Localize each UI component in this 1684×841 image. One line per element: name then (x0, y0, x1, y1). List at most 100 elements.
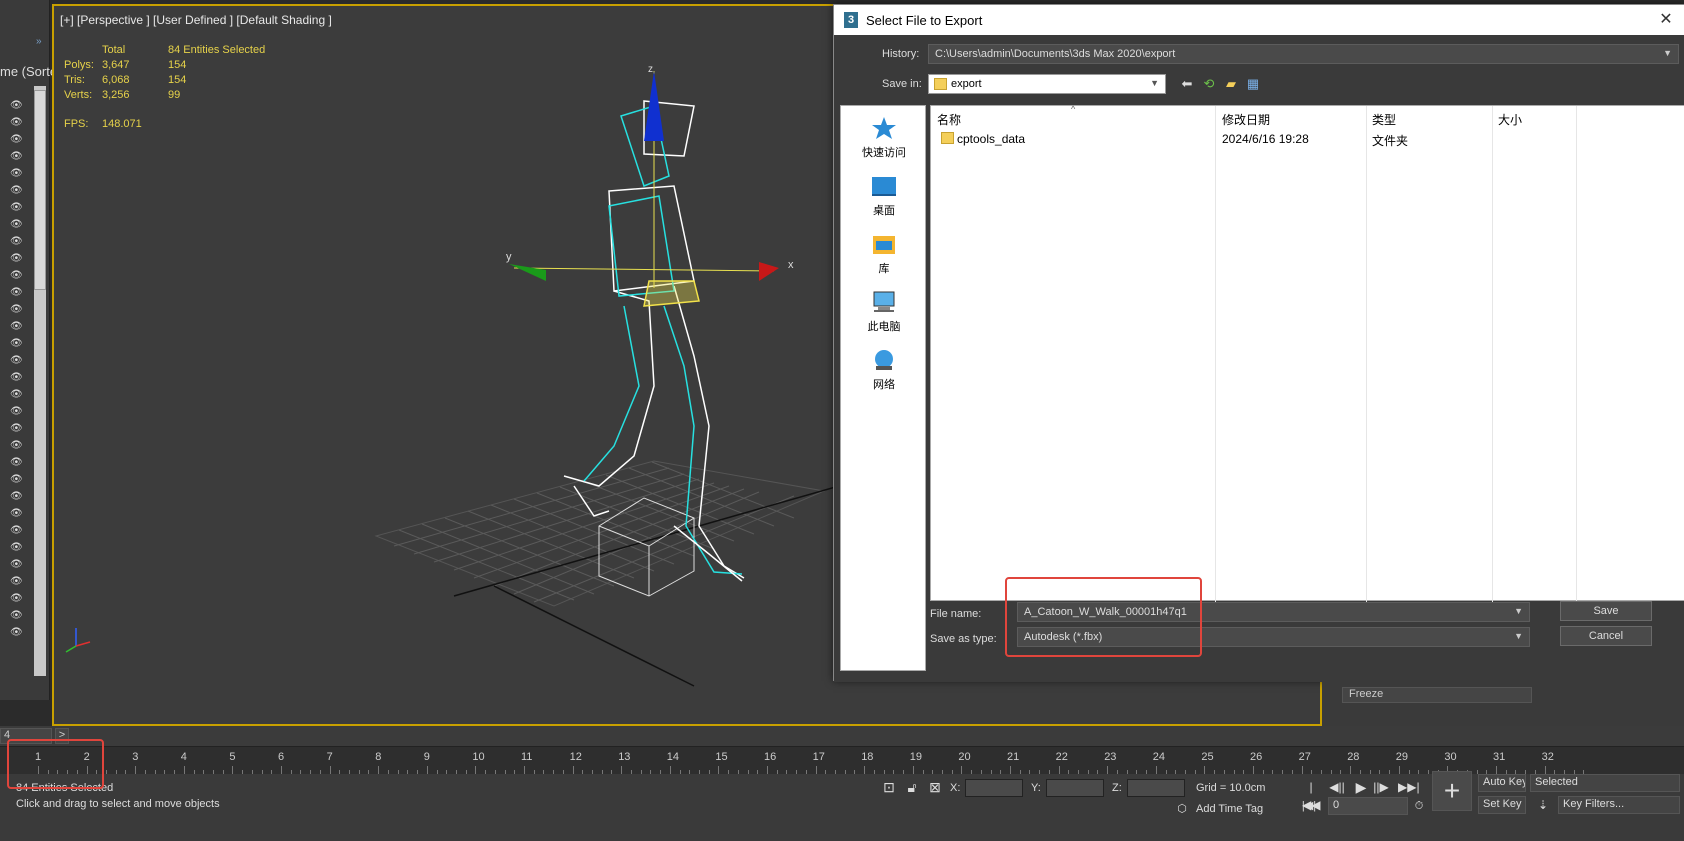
select-file-to-export-dialog: 3 Select File to Export ✕ History: C:\Us… (833, 4, 1684, 682)
column-header-type[interactable]: 类型 (1372, 111, 1396, 128)
time-tag-icon[interactable]: ⬡ (1173, 800, 1191, 818)
time-config-icon[interactable]: ⏱ (1410, 797, 1428, 815)
ruler-frame-number: 22 (1055, 751, 1068, 763)
ruler-tick (1155, 766, 1157, 774)
z-coord-input[interactable] (1127, 779, 1185, 797)
ruler-tick (767, 766, 768, 774)
ruler-frame-number: 9 (423, 751, 430, 763)
save-in-dropdown[interactable]: export ▼ (928, 74, 1166, 94)
place-label: 此电脑 (867, 321, 901, 333)
ruler-tick (426, 766, 428, 774)
current-frame-input[interactable]: 0 (1328, 797, 1408, 815)
ruler-tick (669, 766, 671, 774)
previous-frame-icon[interactable]: ◀|| (1328, 778, 1346, 796)
place-this-pc[interactable]: 此电脑 (841, 290, 927, 334)
ruler-tick (1253, 766, 1254, 774)
set-key-plus-icon[interactable]: + (1432, 771, 1472, 811)
column-header-name[interactable]: 名称 (937, 111, 961, 128)
ruler-frame-number: 11 (521, 751, 533, 763)
ruler-tick (815, 766, 817, 774)
chevron-down-icon: ▼ (1514, 631, 1523, 641)
y-coord-label: Y: (1031, 782, 1041, 794)
column-header-modified[interactable]: 修改日期 (1222, 111, 1270, 128)
go-to-start-icon[interactable]: |◀◀ (1302, 778, 1320, 812)
key-filters-button[interactable]: Key Filters... (1558, 796, 1680, 814)
y-coord-input[interactable] (1046, 779, 1104, 797)
ruler-frame-number: 23 (1104, 751, 1117, 763)
new-folder-icon[interactable]: ▰ (1222, 75, 1240, 93)
place-desktop[interactable]: 桌面 (841, 174, 927, 218)
ruler-frame-number: 29 (1395, 751, 1409, 763)
lock-icon[interactable]: 🔓︎ (903, 778, 921, 796)
ruler-tick (329, 766, 331, 774)
axis-tripod-icon (65, 628, 91, 653)
key-filter-icon[interactable]: ⇣ (1534, 796, 1552, 814)
x-coord-label: X: (950, 782, 961, 794)
ruler-frame-number: 12 (569, 751, 582, 763)
place-library[interactable]: 库 (841, 232, 927, 276)
column-separator (1215, 106, 1216, 602)
ruler-frame-number: 14 (666, 751, 680, 763)
save-in-label: Save in: (882, 78, 922, 90)
close-icon[interactable]: ✕ (1652, 9, 1680, 33)
set-key-button[interactable]: Set Key (1478, 796, 1526, 814)
ruler-frame-number: 31 (1493, 751, 1506, 763)
go-to-end-icon[interactable]: ▶▶| (1398, 778, 1420, 796)
highlight-box-status (7, 739, 104, 789)
dialog-title-bar[interactable]: 3 Select File to Export ✕ (834, 5, 1684, 35)
ruler-tick (1010, 766, 1011, 774)
column-header-size[interactable]: 大小 (1498, 111, 1522, 128)
chevron-down-icon: ▼ (1663, 48, 1672, 58)
ruler-tick (1350, 766, 1352, 774)
place-network[interactable]: 网络 (841, 348, 927, 392)
column-separator (1366, 106, 1367, 602)
place-quick-access[interactable]: 快速访问 (841, 116, 927, 160)
file-type-cell: 文件夹 (1372, 134, 1409, 148)
desktop-icon (872, 177, 896, 196)
save-button[interactable]: Save (1560, 601, 1652, 621)
cancel-button[interactable]: Cancel (1560, 626, 1652, 646)
gizmo-z-arrow-icon (644, 71, 664, 141)
ruler-tick (1204, 766, 1206, 774)
ruler-frame-number: 26 (1250, 751, 1263, 763)
ruler-frame-number: 4 (180, 751, 187, 763)
absolute-mode-icon[interactable]: ⊠ (926, 778, 944, 796)
ruler-tick (475, 766, 477, 774)
auto-key-button[interactable]: Auto Key (1478, 774, 1526, 792)
ruler-tick (1058, 766, 1060, 774)
ruler-frame-number: 24 (1152, 751, 1166, 763)
ruler-frame-number: 18 (861, 751, 874, 763)
file-list[interactable]: 名称 ^ 修改日期 类型 大小 cptools_data 2024/6/16 1… (930, 104, 1684, 602)
x-coord-input[interactable] (965, 779, 1023, 797)
network-icon (875, 350, 893, 370)
history-dropdown[interactable]: C:\Users\admin\Documents\3ds Max 2020\ex… (928, 44, 1679, 64)
scene-explorer-scroll-thumb[interactable] (34, 90, 46, 290)
isolate-selection-icon[interactable]: ⊡ (880, 778, 898, 796)
up-folder-icon[interactable]: ⟲ (1200, 75, 1218, 93)
key-mode-icon[interactable]: |◀| (1300, 797, 1318, 815)
place-label: 快速访问 (862, 147, 906, 159)
box-helper (598, 497, 695, 597)
library-icon (873, 236, 895, 254)
view-menu-icon[interactable]: ▦ (1244, 75, 1262, 93)
column-separator (1492, 106, 1493, 602)
next-frame-icon[interactable]: ||▶ (1372, 778, 1390, 796)
back-arrow-icon[interactable]: ⬅ (1178, 75, 1196, 93)
play-icon[interactable]: ▶ (1352, 778, 1370, 796)
expand-chevron-icon[interactable]: » (36, 36, 42, 47)
folder-icon (934, 78, 947, 90)
timeline-ruler[interactable]: 1 2 3 4 5 6 7 8 9 10 11 12 13 14 15 16 17 18 19 20 21 22 23 24 2… (0, 746, 1684, 774)
add-time-tag-button[interactable]: Add Time Tag (1196, 803, 1263, 815)
ruler-tick (281, 766, 282, 774)
save-in-value: export (951, 78, 982, 90)
chevron-down-icon: ▼ (1514, 606, 1523, 616)
command-panel: Freeze (1322, 681, 1684, 726)
scene-explorer-sort-header[interactable]: me (Sorte (0, 64, 57, 79)
ruler-tick (183, 766, 185, 774)
ruler-frame-number: 3 (132, 751, 139, 763)
freeze-rollout[interactable]: Freeze (1342, 687, 1532, 703)
gizmo-x-label: x (788, 259, 794, 271)
file-row[interactable]: cptools_data 2024/6/16 19:28 文件夹 (931, 128, 1684, 148)
selection-set-dropdown[interactable]: Selected (1530, 774, 1680, 792)
time-slider-bar[interactable]: 4 > (0, 726, 1684, 746)
